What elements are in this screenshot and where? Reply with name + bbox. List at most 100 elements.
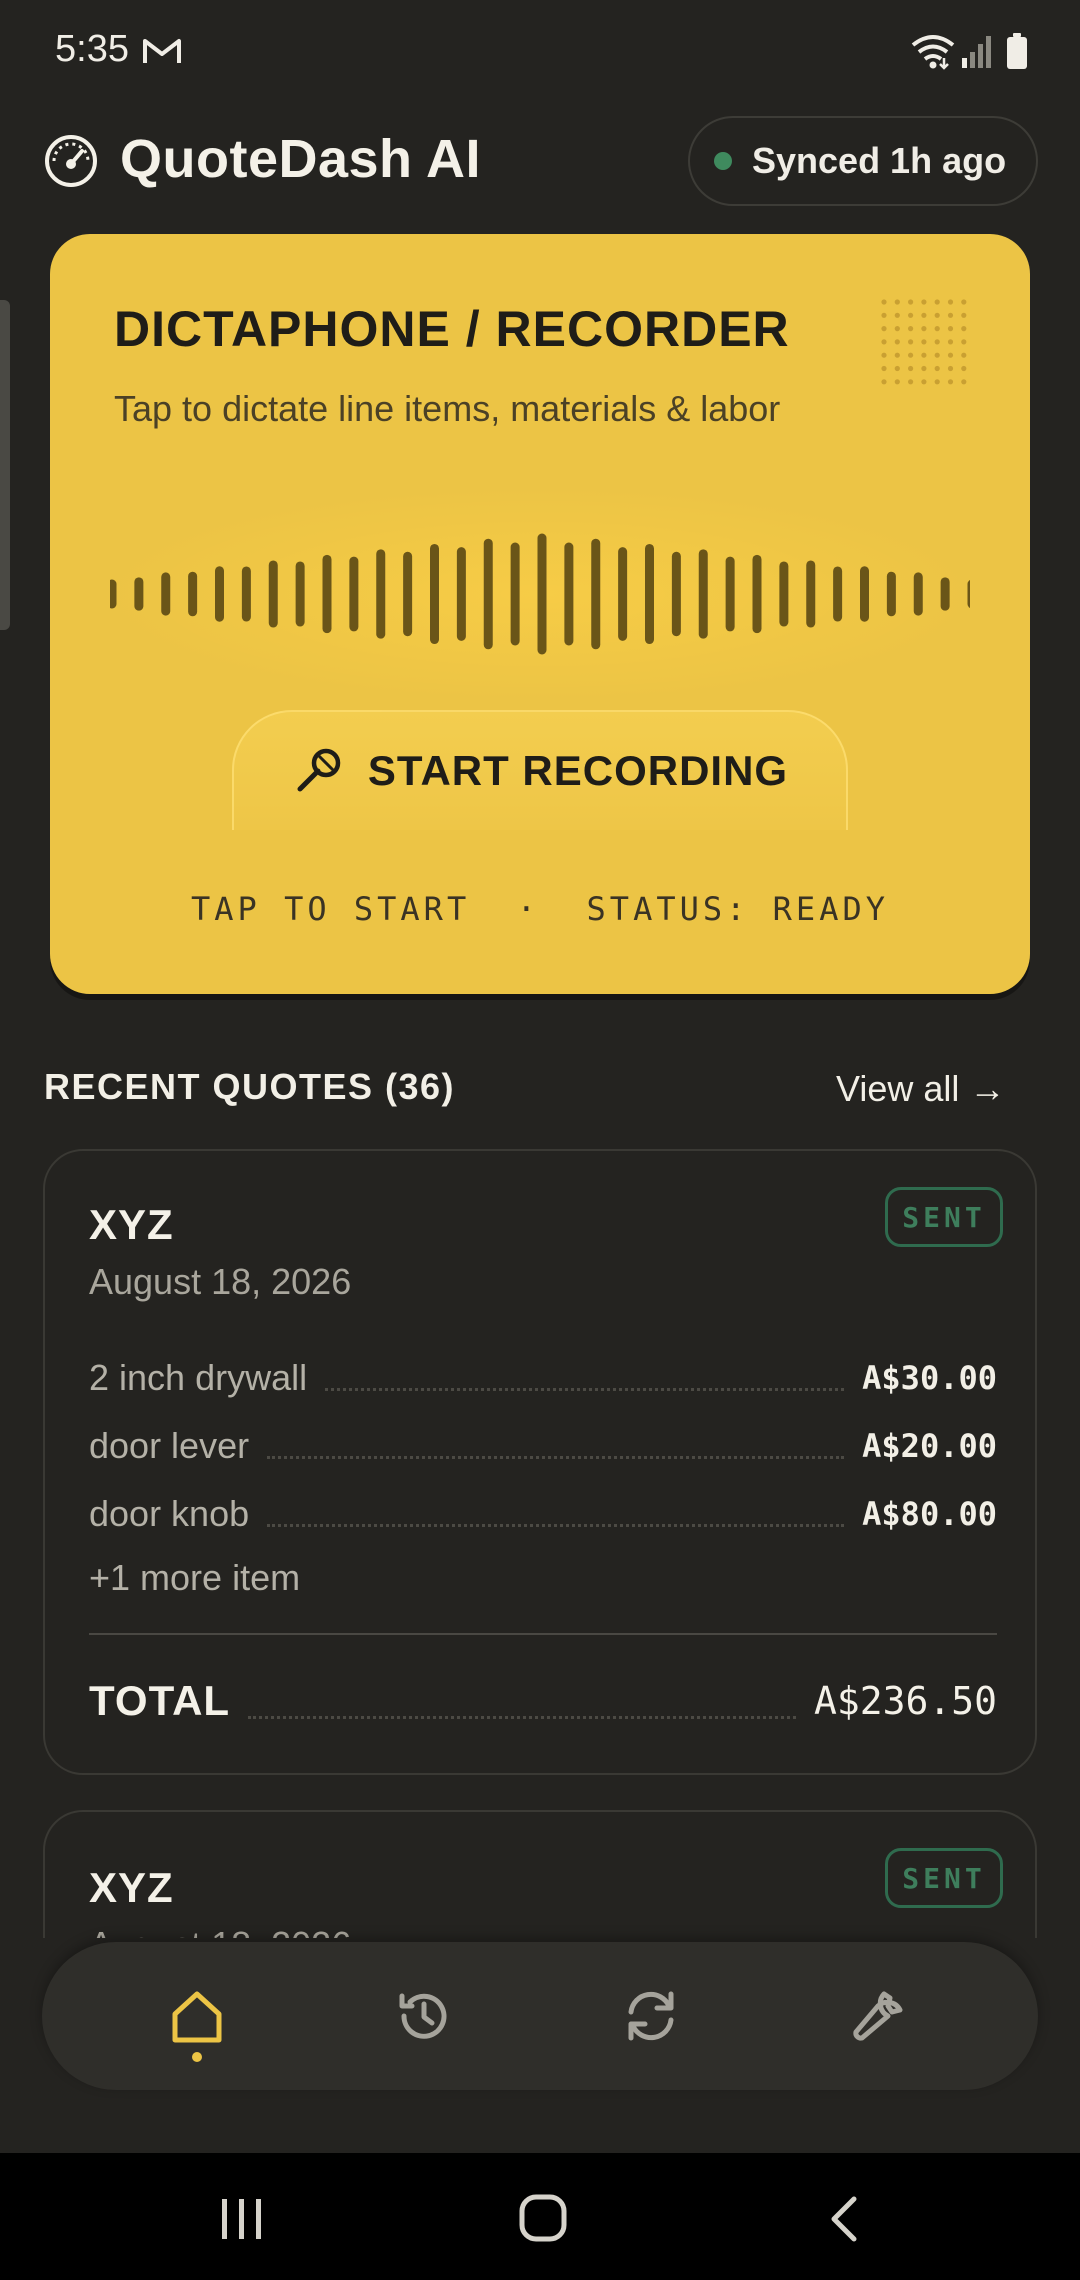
back-icon[interactable] <box>826 2195 862 2243</box>
sync-icon <box>628 1991 674 2041</box>
dotted-leader <box>325 1365 845 1391</box>
grid-dot <box>921 365 927 372</box>
bottom-nav <box>42 1942 1038 2090</box>
grid-dot <box>894 312 900 318</box>
edge-panel-handle[interactable] <box>0 300 10 630</box>
quote-date: August 18, 2026 <box>89 1261 352 1302</box>
grid-dot <box>961 365 967 372</box>
wrench-icon <box>853 1991 903 2041</box>
nav-home[interactable] <box>157 1976 237 2056</box>
divider <box>89 1633 997 1635</box>
grid-dot <box>908 352 914 358</box>
grid-dot <box>921 326 927 332</box>
sync-status-dot <box>714 152 732 170</box>
signal-icon <box>962 36 991 68</box>
grid-dot <box>921 379 927 385</box>
nav-history[interactable] <box>384 1976 464 2056</box>
home-icon <box>172 1991 222 2043</box>
grid-dot <box>934 365 940 372</box>
home-button-icon[interactable] <box>518 2193 568 2243</box>
status-bar: 5:35 <box>0 0 1080 100</box>
quote-card[interactable]: XYZ August 18, 2026 SENT 2 inch drywall … <box>43 1149 1037 1775</box>
grid-dot <box>961 379 967 385</box>
grid-dot <box>961 299 967 305</box>
start-recording-label: START RECORDING <box>367 747 789 794</box>
grid-dot <box>894 352 900 358</box>
grid-dot <box>894 365 900 372</box>
dotted-leader <box>267 1501 845 1527</box>
grid-dot <box>881 299 887 305</box>
total-label: TOTAL <box>89 1677 231 1724</box>
more-items-text: +1 more item <box>89 1557 301 1598</box>
dotted-leader <box>267 1433 845 1459</box>
grid-dot <box>961 352 967 358</box>
grid-dot <box>908 299 914 305</box>
recorder-status-text: TAP TO START · STATUS: READY <box>191 890 889 928</box>
line-item-name: 2 inch drywall <box>89 1357 308 1398</box>
start-recording-button[interactable]: START RECORDING <box>232 710 848 830</box>
total-value: A$236.50 <box>813 1679 997 1723</box>
grid-dot <box>961 326 967 332</box>
grid-dot <box>908 339 914 345</box>
grid-dot <box>934 326 940 332</box>
microphone-icon <box>297 748 341 792</box>
grid-dot <box>921 352 927 358</box>
quote-client-name: XYZ <box>89 1864 174 1911</box>
line-item: door knob A$80.00 <box>89 1489 997 1539</box>
line-item-name: door knob <box>89 1493 250 1534</box>
system-nav-bar <box>0 2153 1080 2280</box>
grid-dot <box>908 312 914 318</box>
nav-sync[interactable] <box>611 1976 691 2056</box>
line-item: door lever A$20.00 <box>89 1421 997 1471</box>
grid-dot <box>934 352 940 358</box>
grid-dot <box>934 339 940 345</box>
grid-dot <box>921 339 927 345</box>
line-item-price: A$30.00 <box>862 1359 997 1397</box>
dotted-leader <box>248 1683 796 1719</box>
active-indicator-dot <box>192 2052 202 2062</box>
grid-dot <box>947 379 954 385</box>
grid-dot <box>921 299 927 305</box>
grid-dot <box>947 365 954 372</box>
audio-waveform <box>110 533 970 655</box>
nav-tools[interactable] <box>838 1976 918 2056</box>
grid-dot <box>894 379 900 385</box>
total-row: TOTAL A$236.50 <box>89 1671 997 1731</box>
grid-dot <box>881 365 887 372</box>
recent-apps-icon[interactable] <box>218 2197 266 2241</box>
grid-dot <box>908 379 914 385</box>
line-item-price: A$80.00 <box>862 1495 997 1533</box>
battery-icon <box>1007 33 1027 69</box>
grid-dot <box>961 312 967 318</box>
grid-dot <box>881 379 887 385</box>
grid-dot <box>921 312 927 318</box>
grid-dot <box>947 339 954 345</box>
grid-dot <box>934 299 940 305</box>
grid-dot <box>894 339 900 345</box>
quote-client-name: XYZ <box>89 1201 174 1248</box>
grid-dot <box>908 365 914 372</box>
grid-dot <box>908 326 914 332</box>
grid-dot <box>947 352 954 358</box>
recent-quotes-title: RECENT QUOTES (36) <box>44 1066 456 1107</box>
grid-dot <box>881 352 887 358</box>
line-item: 2 inch drywall A$30.00 <box>89 1353 997 1403</box>
recorder-subtitle: Tap to dictate line items, materials & l… <box>114 388 781 429</box>
line-item-name: door lever <box>89 1425 250 1466</box>
grid-dot <box>881 326 887 332</box>
grid-dot <box>894 326 900 332</box>
grid-dot <box>947 312 954 318</box>
grid-dot <box>934 312 940 318</box>
sync-status-text: Synced 1h ago <box>752 140 1007 181</box>
status-time: 5:35 <box>55 28 129 70</box>
view-all-link[interactable]: View all → <box>836 1068 1005 1110</box>
status-badge: SENT <box>885 1187 1003 1247</box>
grid-dot <box>934 379 940 385</box>
recorder-card: DICTAPHONE / RECORDER Tap to dictate lin… <box>50 234 1030 994</box>
gmail-icon <box>143 39 181 63</box>
wifi-icon <box>911 35 955 70</box>
sync-status-pill[interactable]: Synced 1h ago <box>688 116 1038 206</box>
grid-dot <box>947 326 954 332</box>
history-icon <box>399 1993 447 2039</box>
line-item-price: A$20.00 <box>862 1427 997 1465</box>
